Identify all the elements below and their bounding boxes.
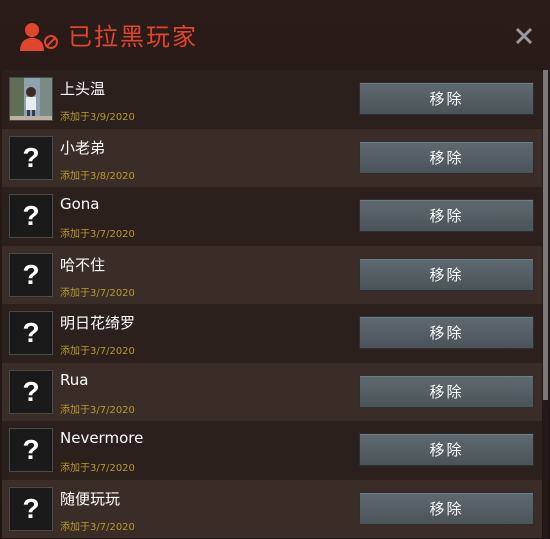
added-date: 添加于3/8/2020 bbox=[60, 170, 135, 182]
blocked-user-icon bbox=[20, 22, 60, 52]
avatar: ? bbox=[9, 135, 53, 180]
dialog-header: 已拉黑玩家 bbox=[0, 0, 550, 70]
remove-button[interactable]: 移除 bbox=[359, 491, 534, 525]
scrollbar[interactable] bbox=[543, 70, 548, 539]
page-title: 已拉黑玩家 bbox=[68, 23, 198, 51]
avatar: ? bbox=[9, 194, 53, 238]
close-icon[interactable] bbox=[514, 26, 534, 46]
player-name: Gona bbox=[60, 195, 100, 213]
added-date: 添加于3/7/2020 bbox=[60, 287, 135, 299]
list-item: ? 小老弟 添加于3/8/2020 移除 bbox=[2, 128, 542, 187]
unknown-avatar-icon: ? bbox=[22, 317, 40, 348]
player-name: Rua bbox=[60, 370, 89, 389]
player-name: 随便玩玩 bbox=[60, 489, 121, 508]
list-item: ? Gona 添加于3/7/2020 移除 bbox=[2, 187, 542, 246]
added-date: 添加于3/7/2020 bbox=[60, 346, 135, 357]
list-item: ? Rua 添加于3/7/2020 移除 bbox=[2, 362, 542, 421]
unknown-avatar-icon: ? bbox=[22, 258, 40, 290]
remove-button[interactable]: 移除 bbox=[359, 199, 534, 232]
remove-button[interactable]: 移除 bbox=[359, 433, 534, 466]
avatar bbox=[9, 77, 53, 121]
player-name: Nevermore bbox=[60, 429, 144, 447]
list-item: ? 随便玩玩 添加于3/7/2020 移除 bbox=[2, 479, 542, 538]
player-name: 明日花绮罗 bbox=[60, 314, 136, 332]
remove-button[interactable]: 移除 bbox=[359, 316, 534, 349]
unknown-avatar-icon: ? bbox=[22, 200, 40, 231]
player-photo-icon bbox=[10, 78, 52, 120]
unknown-avatar-icon: ? bbox=[22, 375, 40, 407]
scrollbar-thumb[interactable] bbox=[543, 70, 548, 400]
blocked-players-list: 上头温 添加于3/9/2020 移除 ? 小老弟 添加于3/8/2020 移除 … bbox=[2, 70, 542, 539]
unknown-avatar-icon: ? bbox=[22, 141, 40, 173]
blocked-players-dialog: 已拉黑玩家 上头温 添加于3/9/2020 移除 ? 小老弟 添加于3/8/20… bbox=[0, 0, 550, 539]
unknown-avatar-icon: ? bbox=[22, 492, 40, 524]
added-date: 添加于3/7/2020 bbox=[60, 229, 135, 240]
added-date: 添加于3/7/2020 bbox=[60, 404, 135, 416]
avatar: ? bbox=[9, 311, 53, 355]
added-date: 添加于3/7/2020 bbox=[60, 463, 135, 474]
added-date: 添加于3/9/2020 bbox=[60, 112, 135, 123]
remove-button[interactable]: 移除 bbox=[359, 257, 534, 291]
avatar: ? bbox=[9, 486, 53, 531]
avatar: ? bbox=[9, 369, 53, 414]
avatar: ? bbox=[9, 428, 53, 472]
unknown-avatar-icon: ? bbox=[22, 434, 40, 465]
remove-button[interactable]: 移除 bbox=[359, 374, 534, 408]
added-date: 添加于3/7/2020 bbox=[60, 521, 135, 533]
player-name: 小老弟 bbox=[60, 138, 106, 157]
avatar: ? bbox=[9, 252, 53, 297]
player-name: 哈不住 bbox=[60, 255, 106, 274]
list-item: 上头温 添加于3/9/2020 移除 bbox=[2, 70, 542, 129]
remove-button[interactable]: 移除 bbox=[359, 140, 534, 174]
list-item: ? 明日花绮罗 添加于3/7/2020 移除 bbox=[2, 304, 542, 363]
list-item: ? 哈不住 添加于3/7/2020 移除 bbox=[2, 245, 542, 304]
player-name: 上头温 bbox=[60, 80, 106, 98]
list-item: ? Nevermore 添加于3/7/2020 移除 bbox=[2, 421, 542, 480]
remove-button[interactable]: 移除 bbox=[359, 82, 534, 115]
